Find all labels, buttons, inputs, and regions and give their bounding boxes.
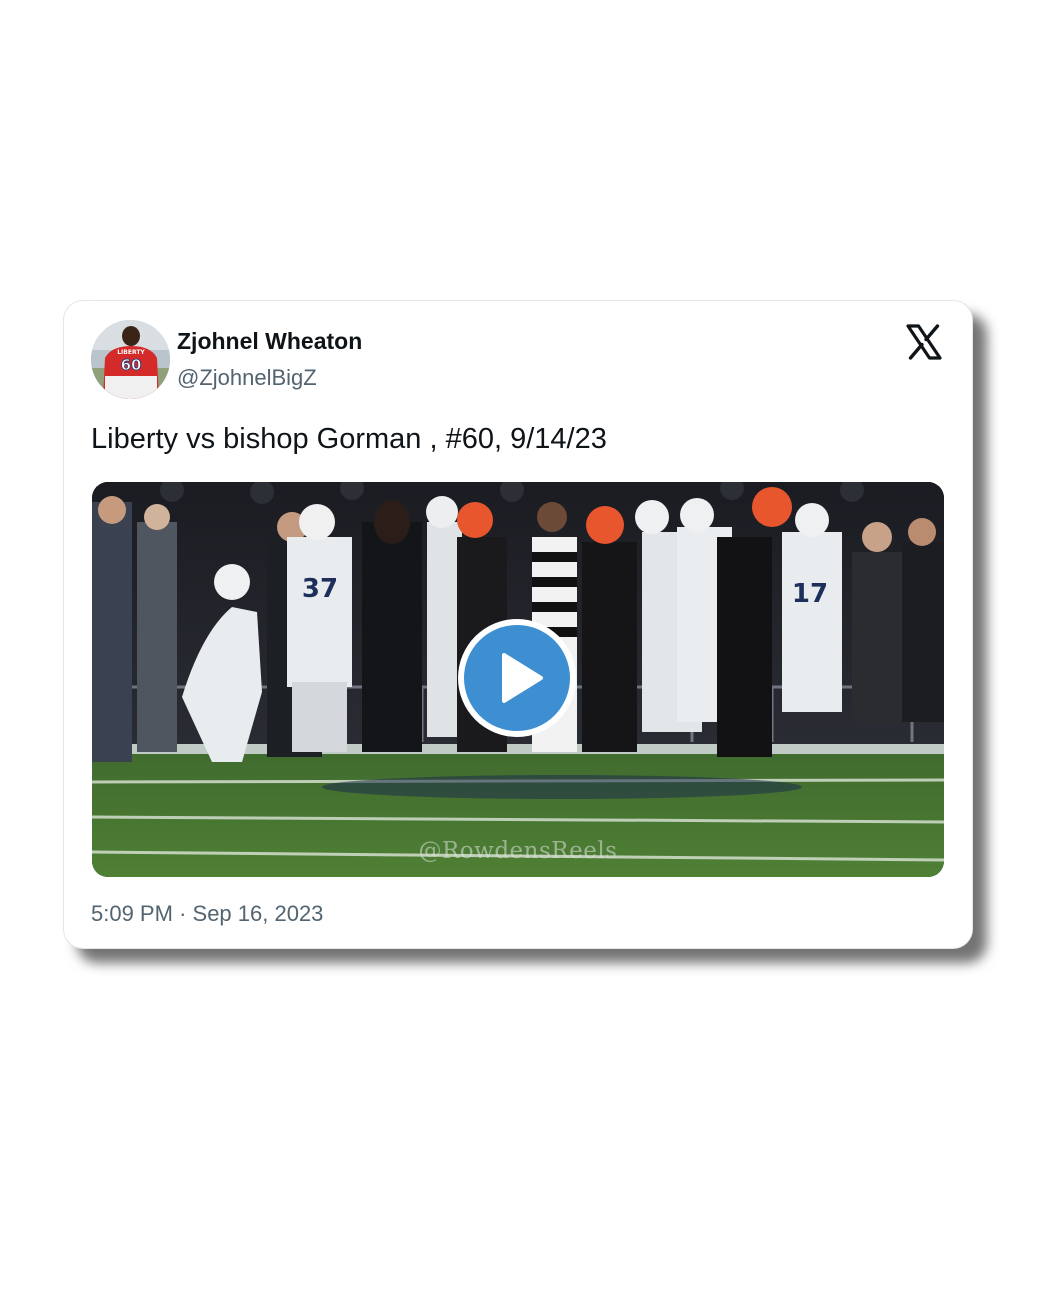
author-handle[interactable]: @ZjohnelBigZ <box>177 365 317 391</box>
tweet-timestamp[interactable]: 5:09 PM · Sep 16, 2023 <box>91 901 323 927</box>
video-watermark: @RowdensReels <box>418 838 618 864</box>
play-icon <box>502 653 543 703</box>
svg-text:37: 37 <box>302 574 338 604</box>
svg-text:17: 17 <box>792 579 828 609</box>
video-player[interactable]: 37 17 @RowdensReels <box>92 482 944 877</box>
play-button[interactable] <box>458 619 576 737</box>
tweet-time[interactable]: 5:09 PM <box>91 901 173 926</box>
tweet-text: Liberty vs bishop Gorman , #60, 9/14/23 <box>91 423 607 455</box>
avatar-image: LIBERTY 60 <box>91 320 170 399</box>
author-name[interactable]: Zjohnel Wheaton <box>177 328 362 355</box>
avatar-jersey-text: LIBERTY <box>117 349 145 356</box>
timestamp-separator: · <box>179 901 187 926</box>
tweet-card[interactable]: LIBERTY 60 Zjohnel Wheaton @ZjohnelBigZ … <box>63 300 973 949</box>
avatar[interactable]: LIBERTY 60 <box>91 320 170 399</box>
x-logo-icon[interactable] <box>906 324 942 360</box>
tweet-date[interactable]: Sep 16, 2023 <box>193 901 324 926</box>
avatar-jersey-number: 60 <box>121 356 142 374</box>
